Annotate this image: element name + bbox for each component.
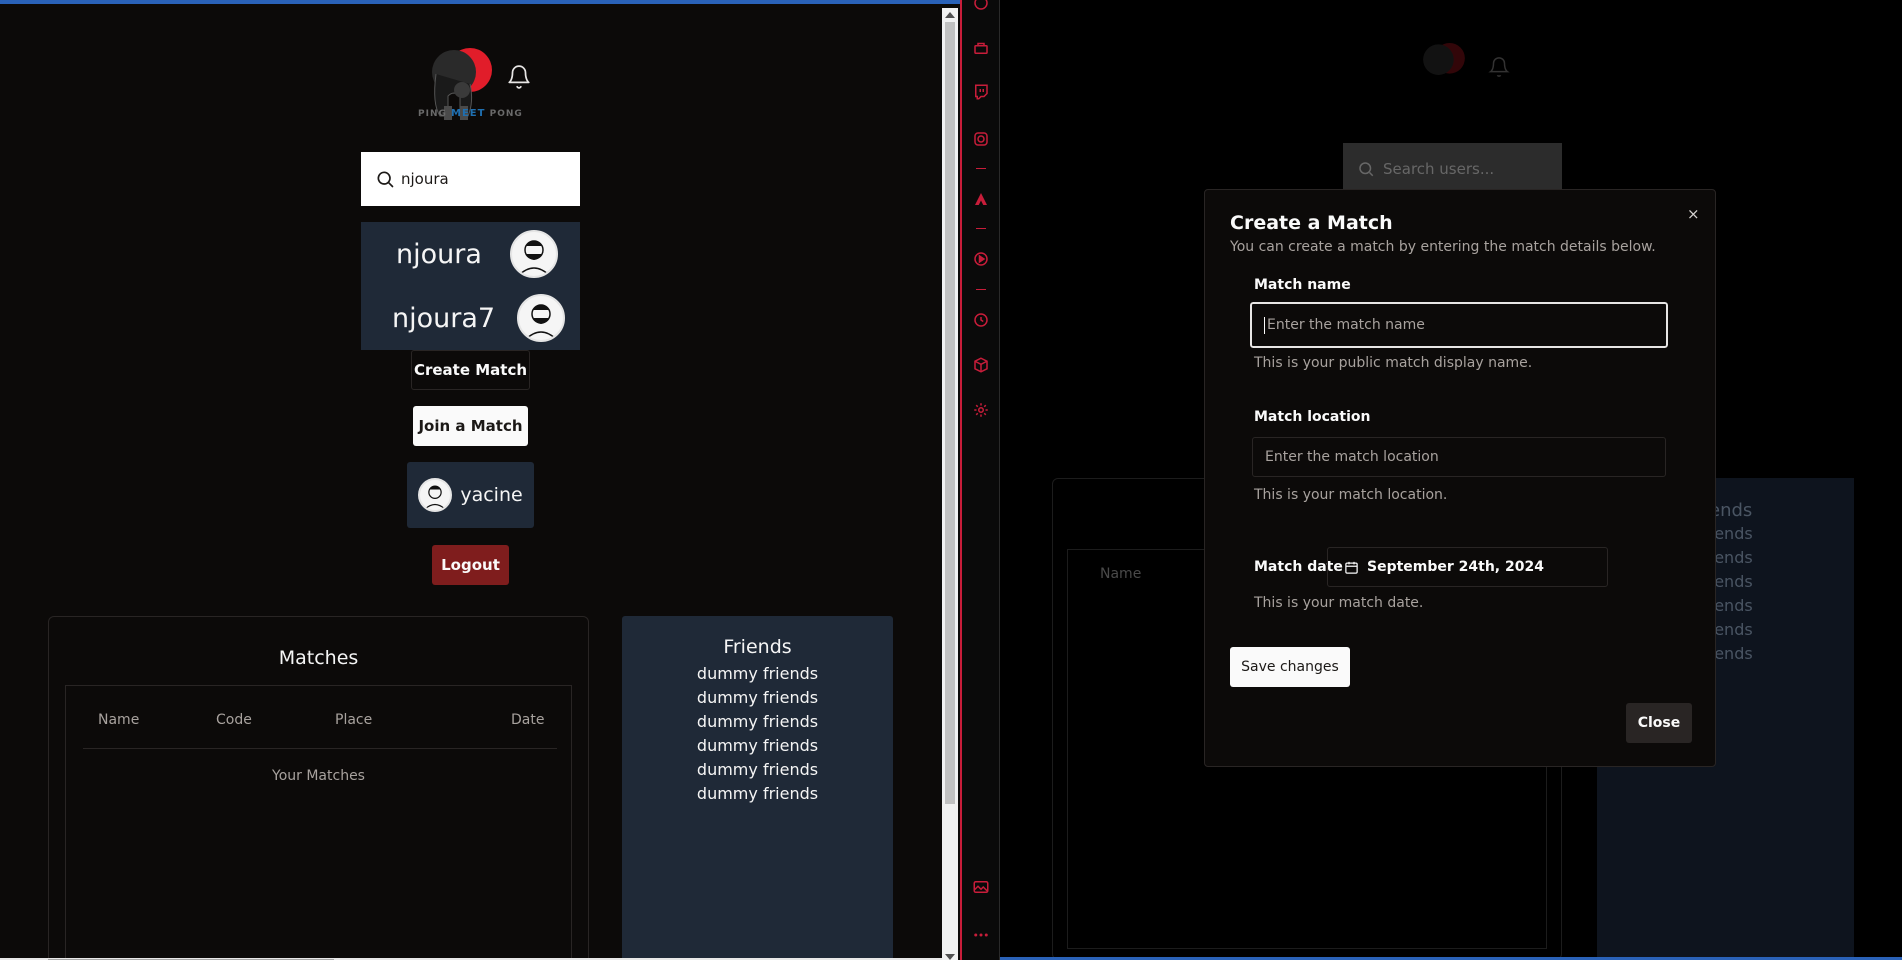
match-name-label: Match name — [1254, 277, 1351, 293]
create-match-button[interactable]: Create Match — [411, 350, 530, 390]
column-header-date: Date — [511, 712, 545, 728]
logo-wordmark: PING MEET PONG — [418, 108, 523, 119]
match-name-input[interactable]: Enter the match name — [1249, 301, 1669, 349]
friend-item[interactable]: dummy friends — [622, 758, 893, 782]
search-placeholder: Search users... — [1383, 160, 1495, 178]
match-date-value: September 24th, 2024 — [1367, 559, 1544, 575]
scroll-down-arrow-icon[interactable] — [945, 954, 955, 960]
close-button[interactable]: Close — [1626, 703, 1692, 743]
match-date-hint: This is your match date. — [1254, 595, 1424, 611]
twitch-icon[interactable] — [972, 83, 990, 101]
calendar-icon — [1345, 561, 1358, 574]
dialog-description: You can create a match by entering the m… — [1230, 239, 1656, 255]
extensions-icon[interactable] — [972, 356, 990, 374]
dialog-title: Create a Match — [1230, 212, 1393, 234]
friend-item[interactable]: dummy friends — [622, 782, 893, 806]
column-header-name: Name — [1100, 566, 1142, 582]
user-profile-card[interactable]: yacine — [407, 462, 534, 528]
save-changes-button[interactable]: Save changes — [1230, 647, 1350, 687]
result-username: njoura7 — [392, 302, 496, 334]
result-username: njoura — [396, 238, 482, 270]
modal-app-pane: Search users... Name ends y friends y fr… — [1000, 0, 1902, 960]
column-header-code: Code — [216, 712, 252, 728]
friends-title: Friends — [723, 636, 792, 658]
main-app-pane: PING MEET PONG njoura njoura njoura7 Cre… — [0, 0, 960, 960]
friend-item[interactable]: dummy friends — [622, 734, 893, 758]
column-header-name: Name — [98, 712, 140, 728]
search-result-item[interactable]: njoura — [361, 224, 580, 284]
friend-item[interactable]: dummy friends — [622, 662, 893, 686]
wallpaper-icon[interactable] — [972, 878, 990, 896]
history-icon[interactable] — [972, 311, 990, 329]
search-icon — [377, 171, 394, 188]
text-caret — [1264, 316, 1265, 334]
friends-card: Friends dummy friends dummy friends dumm… — [622, 616, 893, 960]
table-divider — [83, 748, 557, 749]
close-icon[interactable]: × — [1687, 205, 1700, 223]
match-location-placeholder: Enter the match location — [1265, 449, 1439, 465]
sidebar-divider — [976, 168, 986, 169]
search-value: njoura — [401, 170, 449, 188]
scroll-up-arrow-icon[interactable] — [945, 12, 955, 18]
instagram-icon[interactable] — [972, 130, 990, 148]
aria-icon[interactable] — [972, 190, 990, 208]
avatar — [509, 230, 558, 278]
matches-card: Matches Name Code Place Date Your Matche… — [48, 616, 589, 960]
current-username: yacine — [460, 484, 523, 506]
create-match-dialog: Create a Match You can create a match by… — [1204, 189, 1716, 767]
sidebar-divider — [976, 228, 986, 229]
search-results: njoura njoura7 — [361, 222, 580, 350]
search-input[interactable]: njoura — [361, 152, 580, 206]
bell-icon[interactable] — [506, 64, 532, 90]
bell-icon — [1488, 57, 1510, 77]
more-icon[interactable] — [972, 926, 990, 944]
friend-item[interactable]: dummy friends — [622, 686, 893, 710]
scrollbar-thumb[interactable] — [945, 22, 955, 804]
friend-item[interactable]: dummy friends — [622, 710, 893, 734]
avatar — [418, 478, 453, 512]
match-location-input[interactable]: Enter the match location — [1252, 437, 1666, 477]
avatar — [517, 294, 566, 342]
join-match-button[interactable]: Join a Match — [413, 406, 528, 446]
logout-button[interactable]: Logout — [432, 545, 509, 585]
search-input: Search users... — [1343, 143, 1562, 195]
matches-title: Matches — [278, 647, 359, 669]
column-header-place: Place — [335, 712, 373, 728]
sidebar-divider — [976, 289, 986, 290]
match-date-picker-button[interactable]: September 24th, 2024 — [1327, 547, 1608, 587]
vertical-scrollbar[interactable] — [942, 8, 958, 960]
match-name-hint: This is your public match display name. — [1254, 355, 1533, 371]
search-result-item[interactable]: njoura7 — [361, 288, 580, 348]
ping-pong-logo-icon — [1423, 42, 1465, 75]
matches-table: Name Code Place Date Your Matches — [65, 685, 572, 960]
match-location-label: Match location — [1254, 409, 1371, 425]
shopping-icon[interactable] — [972, 39, 990, 57]
table-caption: Your Matches — [272, 768, 365, 784]
match-name-placeholder: Enter the match name — [1267, 317, 1425, 333]
match-location-hint: This is your match location. — [1254, 487, 1448, 503]
speed-dial-icon[interactable] — [972, 0, 990, 12]
search-icon — [1359, 162, 1374, 177]
settings-gear-icon[interactable] — [972, 401, 990, 419]
player-icon[interactable] — [972, 250, 990, 268]
browser-sidebar — [960, 0, 1000, 960]
